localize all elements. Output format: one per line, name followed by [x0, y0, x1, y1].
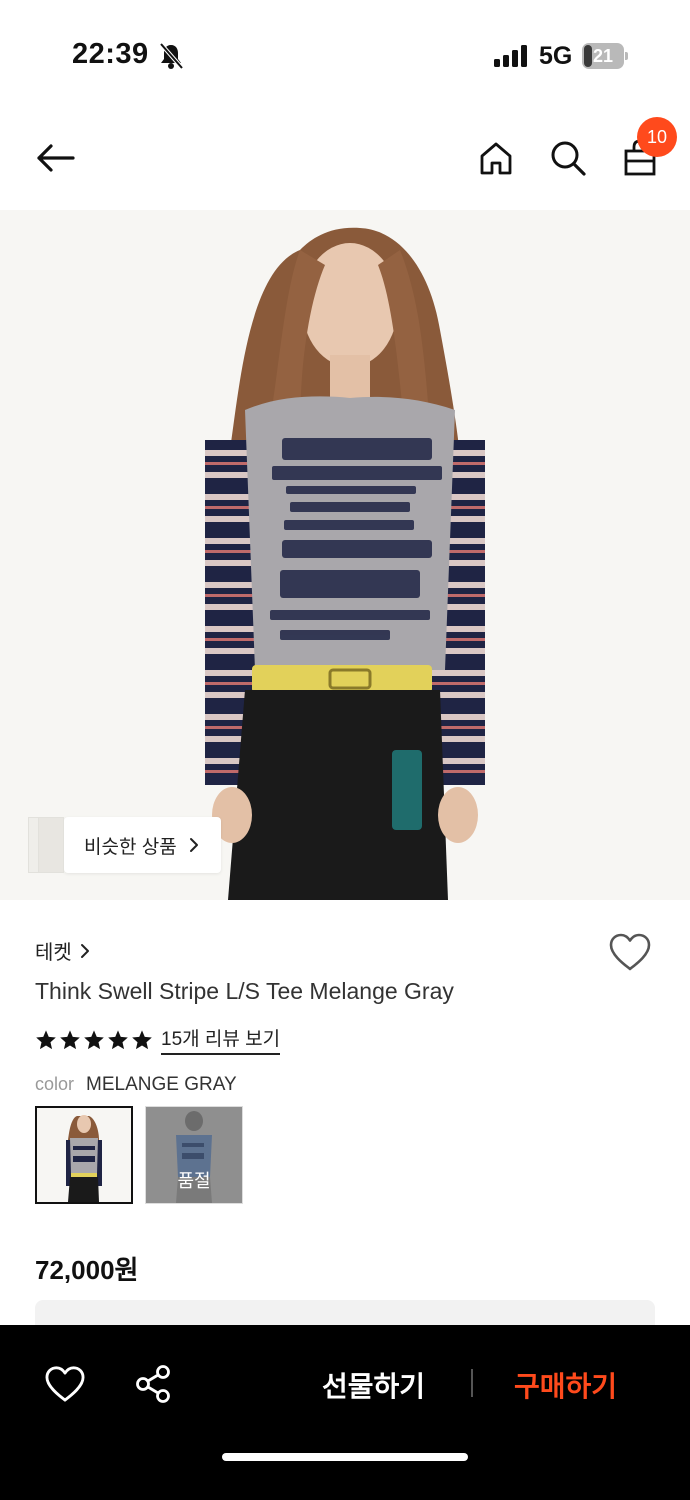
sold-out-label: 품절 [177, 1171, 211, 1191]
color-value: MELANGE GRAY [86, 1074, 237, 1095]
gift-button[interactable]: 선물하기 [322, 1365, 425, 1405]
color-label: color [35, 1074, 75, 1094]
wishlist-button[interactable] [608, 932, 656, 976]
rating-row: 15개 리뷰 보기 [35, 1024, 281, 1055]
price: 72,000원 [35, 1255, 139, 1285]
home-button[interactable] [472, 134, 520, 182]
buy-button[interactable]: 구매하기 [514, 1365, 617, 1405]
similar-products-button[interactable]: 비슷한 상품 [28, 817, 221, 873]
share-icon [136, 1365, 170, 1403]
color-swatch-sold-out[interactable]: 품절 [145, 1106, 243, 1204]
bottom-wishlist-button[interactable] [44, 1365, 86, 1405]
home-icon [480, 142, 512, 175]
back-button[interactable] [30, 134, 78, 182]
brand-name: 테켓 [35, 942, 72, 964]
signal-icon [494, 45, 527, 67]
network-label: 5G [539, 42, 573, 70]
swatch-image [37, 1108, 131, 1202]
back-arrow-icon [37, 144, 75, 172]
heart-outline-icon [45, 1366, 85, 1402]
search-icon [551, 141, 586, 176]
home-indicator [222, 1453, 468, 1461]
battery-level: 21 [592, 46, 614, 66]
chevron-right-icon [80, 943, 89, 958]
product-image[interactable] [0, 210, 690, 900]
star-icon [36, 1029, 56, 1049]
color-swatch-melange-gray[interactable] [35, 1106, 133, 1204]
battery-icon: 21 [582, 43, 628, 69]
color-row: color MELANGE GRAY [35, 1074, 237, 1096]
similar-thumbnail [38, 817, 64, 873]
bottom-action-bar: 선물하기 구매하기 [0, 1325, 690, 1500]
share-button[interactable] [134, 1364, 172, 1404]
similar-thumbnails [28, 817, 64, 873]
divider [471, 1369, 473, 1397]
star-rating [35, 1029, 153, 1051]
review-link[interactable]: 15개 리뷰 보기 [161, 1024, 281, 1055]
star-icon [84, 1029, 104, 1049]
status-bar: 22:39 5G 21 [0, 0, 690, 100]
similar-products-label: 비슷한 상품 [84, 836, 177, 858]
top-nav [0, 110, 690, 206]
product-photo [0, 210, 690, 900]
bell-muted-icon [159, 42, 184, 70]
star-icon [60, 1029, 80, 1049]
status-time: 22:39 [72, 38, 149, 70]
cart-count-badge: 10 [637, 117, 677, 157]
star-icon [108, 1029, 128, 1049]
star-icon [132, 1029, 152, 1049]
chevron-right-icon [189, 838, 198, 852]
product-title: Think Swell Stripe L/S Tee Melange Gray [35, 978, 454, 1004]
brand-link[interactable]: 테켓 [35, 936, 90, 965]
heart-outline-icon [609, 933, 651, 971]
search-button[interactable] [544, 134, 592, 182]
